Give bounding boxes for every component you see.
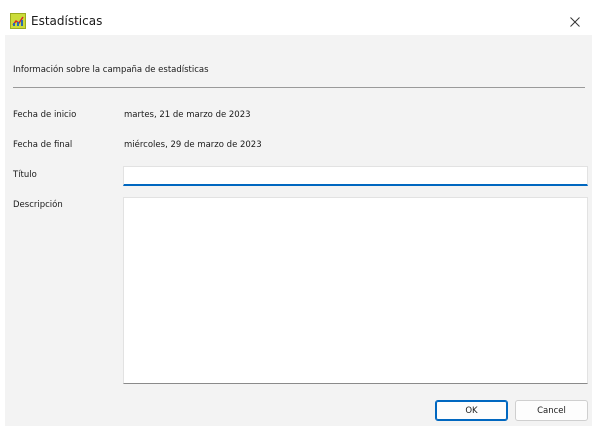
statistics-dialog: Estadísticas Información sobre la campañ… <box>5 9 592 426</box>
ok-button[interactable]: OK <box>435 400 508 421</box>
title-label: Título <box>13 170 37 180</box>
window-title: Estadísticas <box>31 14 103 28</box>
title-input[interactable] <box>123 166 588 186</box>
section-header: Información sobre la campaña de estadíst… <box>13 65 209 75</box>
close-icon <box>570 17 580 27</box>
end-date-label: Fecha de final <box>13 140 73 150</box>
statistics-chart-icon <box>10 13 26 29</box>
description-textarea[interactable] <box>123 197 588 384</box>
section-separator <box>13 87 585 88</box>
start-date-label: Fecha de inicio <box>13 110 77 120</box>
cancel-button[interactable]: Cancel <box>515 400 588 421</box>
close-button[interactable] <box>558 9 592 35</box>
description-label: Descripción <box>13 200 63 210</box>
title-bar: Estadísticas <box>5 9 592 35</box>
end-date-value: miércoles, 29 de marzo de 2023 <box>124 140 262 150</box>
start-date-value: martes, 21 de marzo de 2023 <box>124 110 251 120</box>
